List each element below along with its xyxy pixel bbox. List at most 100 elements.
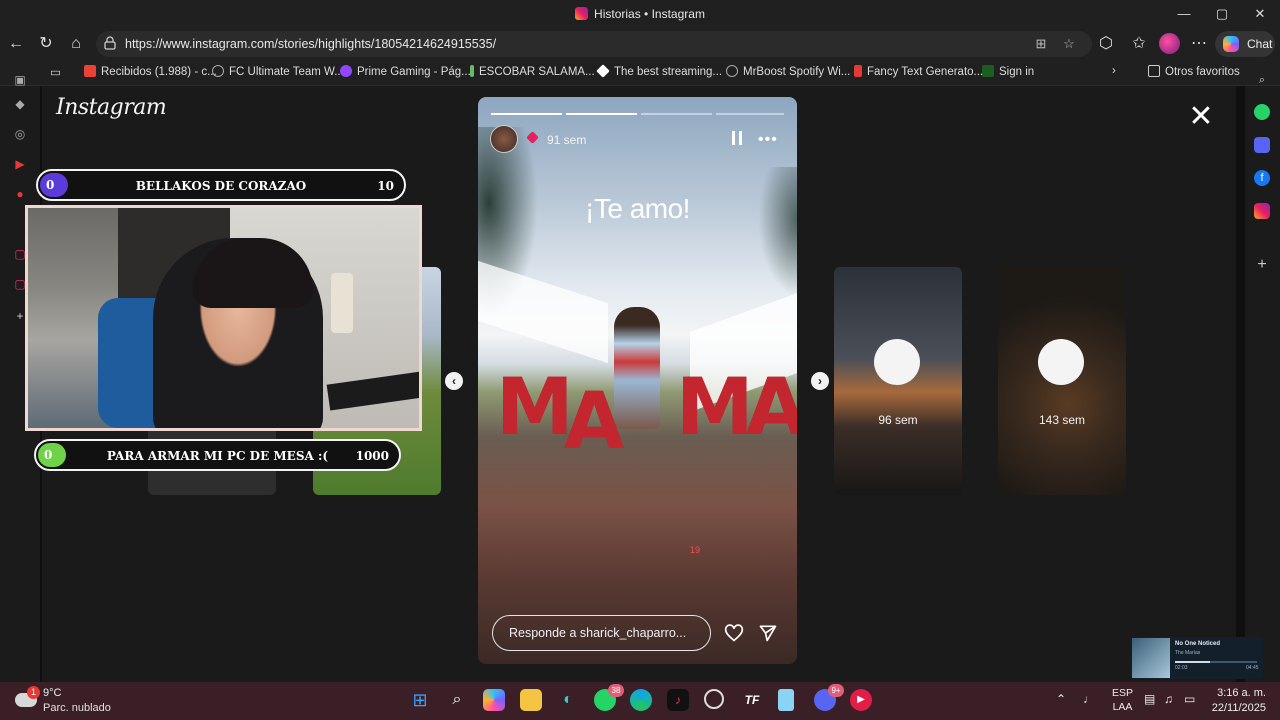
input-language[interactable]: ESP LAA: [1112, 686, 1133, 714]
notepad-icon[interactable]: [778, 689, 794, 711]
media-player-icon[interactable]: ▶: [850, 689, 872, 711]
discord-taskbar-icon[interactable]: 9+: [814, 684, 844, 711]
edge-taskbar-icon[interactable]: [630, 689, 652, 711]
bookmark-fancy-text[interactable]: Fancy Text Generato...: [854, 65, 983, 78]
next-story-2[interactable]: 143 sem: [998, 267, 1126, 495]
bookmark-streaming[interactable]: The best streaming...: [596, 64, 722, 78]
track-title: No One Noticed: [1175, 641, 1221, 647]
next-story-1-age: 96 sem: [878, 413, 918, 427]
discord-icon[interactable]: [1254, 137, 1270, 153]
diamond-icon: [596, 64, 610, 78]
weather-widget[interactable]: 1: [15, 686, 43, 713]
previous-story-chevron-icon[interactable]: ‹: [445, 372, 463, 390]
floor-number: 19: [690, 545, 701, 555]
microphone-icon[interactable]: ♩: [1083, 692, 1095, 706]
bookmarks-overflow-chevron-icon[interactable]: ›: [1112, 65, 1116, 77]
weather-temperature: 9°C: [43, 687, 62, 699]
start-windows-icon[interactable]: ⊞: [409, 689, 431, 711]
file-explorer-icon[interactable]: [520, 689, 542, 711]
tab-favicon-icon[interactable]: ◆: [12, 96, 28, 112]
tab-actions-icon[interactable]: ▣: [12, 72, 28, 88]
next-story-2-avatar: [1038, 339, 1084, 385]
bookmark-sign-in[interactable]: Sign in: [982, 65, 1034, 78]
track-progress-bar[interactable]: [1175, 661, 1257, 663]
bookmark-other-favorites[interactable]: Otros favoritos: [1148, 65, 1240, 78]
instagram-favicon-icon: [575, 7, 589, 20]
send-icon[interactable]: [758, 623, 778, 643]
webcam-intercom: [331, 273, 353, 333]
title-bar: Historias • Instagram — ▢ ✕: [0, 0, 1280, 28]
home-button[interactable]: ⌂: [64, 32, 88, 56]
story-owner-avatar[interactable]: [490, 125, 518, 153]
next-story-chevron-icon[interactable]: ›: [811, 372, 829, 390]
right-sidebar: ⌕ f +: [1245, 74, 1280, 682]
app-available-icon[interactable]: ⊞: [1032, 35, 1050, 53]
more-options-icon[interactable]: •••: [758, 131, 778, 149]
system-clock[interactable]: 3:16 a. m. 22/11/2025: [1208, 686, 1266, 716]
letter-a-1: A: [564, 377, 625, 467]
profile-avatar[interactable]: [1159, 33, 1180, 54]
weather-description: Parc. nublado: [43, 702, 111, 714]
reply-input[interactable]: Responde a sharick_chaparro...: [492, 615, 711, 651]
instagram-icon[interactable]: [1254, 203, 1270, 219]
maximize-button[interactable]: ▢: [1210, 4, 1234, 24]
navigation-bar: ← ↻ ⌂ https://www.instagram.com/stories/…: [0, 28, 1280, 60]
letter-m-2: M: [676, 363, 754, 453]
next-story-1[interactable]: 96 sem: [834, 267, 962, 495]
lock-icon: [104, 36, 116, 50]
minimize-button[interactable]: —: [1172, 4, 1196, 24]
reply-placeholder: Responde a sharick_chaparro...: [509, 626, 687, 640]
tf-app-icon[interactable]: TF: [741, 689, 763, 711]
bookmark-mrboost[interactable]: MrBoost Spotify Wi...: [726, 65, 850, 78]
gmail-icon: [84, 65, 96, 77]
tab-globe-icon[interactable]: ◎: [12, 126, 28, 142]
goal-bar-top: 0 BELLAKOS DE CORAZAO 10: [36, 169, 406, 201]
network-icon[interactable]: ▤: [1144, 692, 1155, 706]
like-heart-icon[interactable]: [724, 623, 744, 643]
url-text: https://www.instagram.com/stories/highli…: [125, 37, 497, 51]
folder-icon: [1148, 65, 1160, 77]
current-story[interactable]: 91 sem ••• ¡Te amo! M A M A 19 Responde …: [478, 97, 797, 664]
creative-app-icon[interactable]: ◐: [557, 689, 579, 711]
battery-icon[interactable]: ▭: [1184, 692, 1195, 706]
discord-badge: 9+: [828, 684, 844, 697]
pause-icon[interactable]: [732, 131, 744, 145]
favorites-icon[interactable]: ✩: [1127, 32, 1151, 56]
extensions-icon[interactable]: ⬡: [1094, 32, 1118, 56]
close-window-button[interactable]: ✕: [1248, 4, 1272, 24]
facebook-icon[interactable]: f: [1254, 170, 1270, 186]
reading-list-icon[interactable]: ▭: [50, 65, 61, 79]
favorite-star-icon[interactable]: ☆: [1060, 35, 1078, 53]
tab-youtube-icon[interactable]: ▶: [12, 156, 28, 172]
refresh-button[interactable]: ↻: [34, 32, 58, 56]
media-mini-player[interactable]: No One Noticed The Marías 02:03 04:45: [1131, 637, 1263, 679]
tiktok-icon[interactable]: ♪: [667, 689, 689, 711]
track-progress-fill: [1175, 661, 1211, 663]
bookmark-prime-gaming[interactable]: Prime Gaming - Pág...: [340, 65, 471, 78]
instagram-logo[interactable]: Instagram: [56, 95, 167, 120]
bookmark-gmail[interactable]: Recibidos (1.988) - c...: [84, 65, 217, 78]
show-hidden-icons-chevron-icon[interactable]: ⌃: [1056, 692, 1066, 706]
goal-bottom-target: 1000: [355, 449, 389, 463]
story-progress-segment-1: [491, 113, 562, 115]
track-elapsed: 02:03: [1175, 665, 1188, 671]
volume-icon[interactable]: ♫: [1164, 692, 1173, 706]
whatsapp-taskbar-icon[interactable]: 38: [594, 684, 624, 711]
white-fabric-left: [478, 260, 608, 364]
bookmark-fc-ultimate[interactable]: FC Ultimate Team W...: [212, 65, 344, 78]
next-story-1-avatar: [874, 339, 920, 385]
address-bar[interactable]: https://www.instagram.com/stories/highli…: [96, 31, 1092, 57]
whatsapp-icon[interactable]: [1254, 104, 1270, 120]
copilot-chat-button[interactable]: Chat: [1215, 31, 1275, 57]
tab-red-icon[interactable]: ●: [12, 186, 28, 202]
search-icon[interactable]: ⌕: [1254, 72, 1270, 88]
close-story-icon[interactable]: ✕: [1187, 102, 1215, 132]
search-taskbar-icon[interactable]: ⌕: [446, 689, 468, 711]
back-button[interactable]: ←: [4, 32, 28, 56]
settings-more-icon[interactable]: ⋯: [1187, 32, 1211, 56]
add-sidebar-app-icon[interactable]: +: [1254, 257, 1270, 273]
clock-app-icon[interactable]: [704, 689, 724, 709]
story-progress-segment-4: [716, 113, 784, 115]
bookmark-escobar[interactable]: ESCOBAR SALAMA...: [470, 65, 595, 78]
copilot-taskbar-icon[interactable]: [483, 689, 505, 711]
